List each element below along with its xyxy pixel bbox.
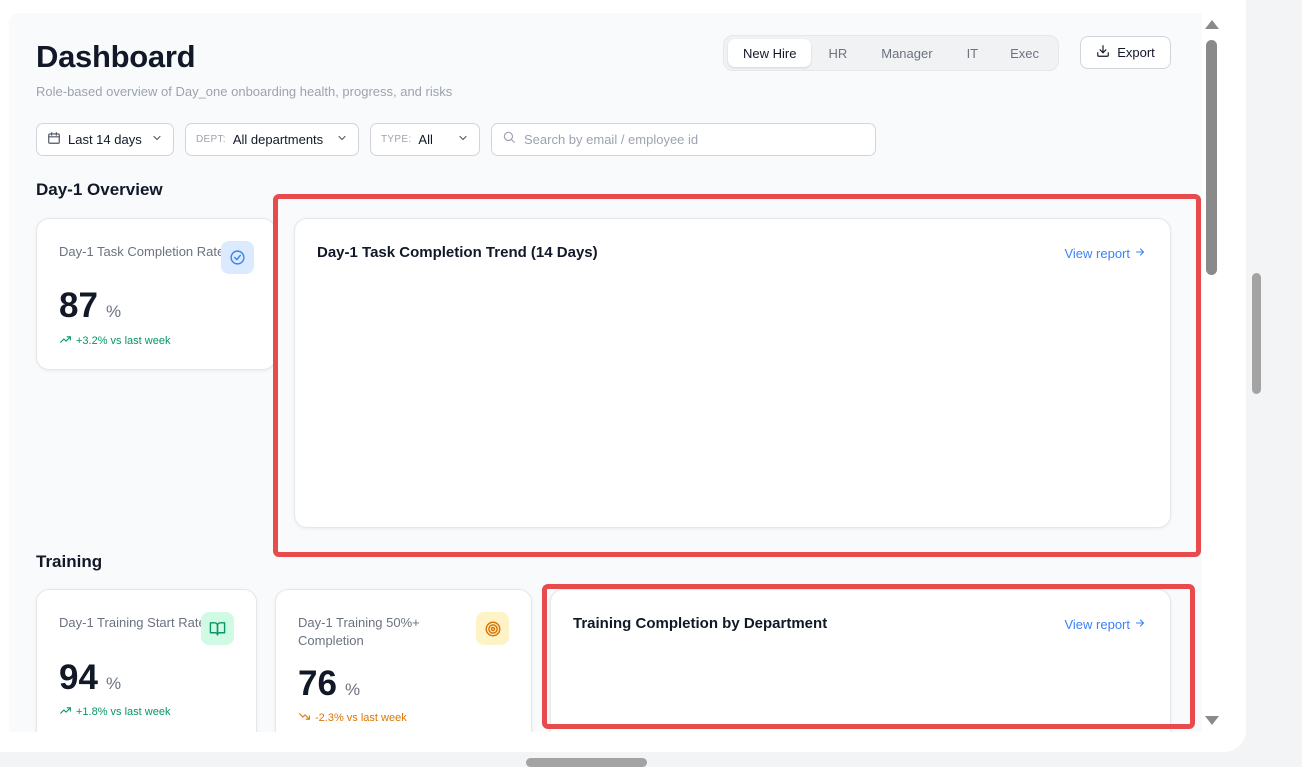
page-subtitle: Role-based overview of Day_one onboardin… [36, 84, 453, 99]
type-select[interactable]: TYPE: All [370, 123, 480, 156]
role-tab-manager[interactable]: Manager [864, 39, 949, 67]
chart-title: Training Completion by Department [573, 615, 828, 632]
search-icon [502, 130, 516, 149]
date-range-select[interactable]: Last 14 days [36, 123, 174, 156]
role-tab-new-hire[interactable]: New Hire [728, 39, 812, 67]
type-select-value: All [418, 132, 433, 147]
arrow-right-icon [1134, 246, 1146, 261]
export-button[interactable]: Export [1080, 36, 1171, 69]
date-range-value: Last 14 days [68, 132, 142, 147]
target-icon [476, 612, 509, 645]
page-title: Dashboard [36, 39, 196, 74]
section-title-training: Training [36, 552, 103, 571]
department-select-label: DEPT: [196, 134, 226, 145]
role-switcher: New Hire HR Manager IT Exec [723, 35, 1060, 71]
export-label: Export [1117, 45, 1155, 60]
scroll-up-arrow-icon[interactable] [1205, 20, 1219, 29]
metric-card-training-50: Day-1 Training 50%+ Completion 76% -2.3%… [275, 589, 532, 732]
book-open-icon [201, 612, 234, 645]
metric-title: Day-1 Training Start Rate [59, 615, 206, 630]
metric-delta: +3.2% vs last week [59, 333, 170, 349]
scroll-down-arrow-icon[interactable] [1205, 716, 1219, 725]
chart-card-dept-completion: Training Completion by Department View r… [550, 589, 1171, 732]
section-title-overview: Day-1 Overview [36, 180, 163, 199]
view-report-link[interactable]: View report [1064, 617, 1146, 632]
metric-delta: +1.8% vs last week [59, 704, 170, 720]
metric-title: Day-1 Training 50%+ Completion [298, 615, 420, 648]
arrow-right-icon [1134, 617, 1146, 632]
view-report-link[interactable]: View report [1064, 246, 1146, 261]
department-select[interactable]: DEPT: All departments [185, 123, 359, 156]
metric-title: Day-1 Task Completion Rate [59, 244, 225, 259]
role-tab-it[interactable]: IT [952, 39, 994, 67]
horizontal-scroll-thumb[interactable] [526, 758, 647, 767]
role-tab-hr[interactable]: HR [813, 39, 862, 67]
metric-card-task-completion: Day-1 Task Completion Rate 87% +3.2% vs … [36, 218, 276, 370]
metric-value: 94% [59, 658, 122, 697]
download-icon [1096, 44, 1110, 61]
trend-up-icon [59, 704, 72, 720]
metric-value: 87% [59, 286, 122, 325]
type-select-label: TYPE: [381, 134, 412, 145]
trend-down-icon [298, 710, 311, 726]
calendar-icon [47, 131, 61, 148]
chevron-down-icon [151, 132, 163, 147]
search-box [491, 123, 876, 156]
chart-title: Day-1 Task Completion Trend (14 Days) [317, 244, 598, 261]
vertical-scroll-thumb[interactable] [1206, 40, 1217, 275]
role-tab-exec[interactable]: Exec [995, 39, 1054, 67]
metric-card-training-start: Day-1 Training Start Rate 94% +1.8% vs l… [36, 589, 257, 732]
chart-card-completion-trend: Day-1 Task Completion Trend (14 Days) Vi… [294, 218, 1171, 528]
trend-up-icon [59, 333, 72, 349]
check-circle-icon [221, 241, 254, 274]
dashboard-app: Dashboard Role-based overview of Day_one… [9, 13, 1202, 732]
chevron-down-icon [457, 132, 469, 147]
department-select-value: All departments [232, 132, 324, 147]
outer-vertical-scroll-thumb[interactable] [1252, 273, 1261, 394]
search-input[interactable] [524, 132, 854, 147]
metric-delta: -2.3% vs last week [298, 710, 407, 726]
chevron-down-icon [336, 132, 348, 147]
metric-value: 76% [298, 664, 361, 703]
